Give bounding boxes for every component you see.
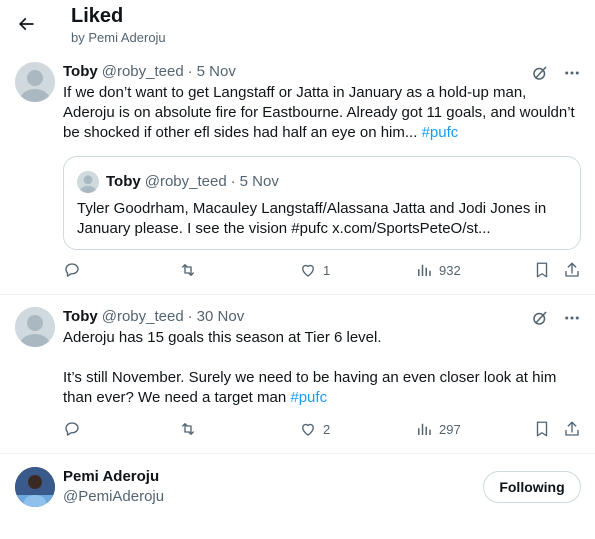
arrow-left-icon [18, 17, 34, 31]
share-button[interactable] [563, 420, 581, 438]
more-options-icon[interactable] [563, 64, 581, 82]
bookmark-button[interactable] [533, 261, 551, 279]
tweet-date[interactable]: 5 Nov [197, 63, 236, 80]
views-button[interactable]: 297 [415, 420, 461, 438]
reply-icon [65, 422, 79, 436]
tweet-body-line1: Aderoju has 15 goals this season at Tier… [63, 329, 382, 346]
author-name[interactable]: Toby [63, 63, 98, 80]
quote-author-handle: @roby_teed [144, 173, 227, 190]
share-button[interactable] [563, 261, 581, 279]
repost-icon [182, 264, 194, 276]
views-button[interactable]: 932 [415, 261, 461, 279]
view-count: 297 [439, 421, 461, 437]
tweet-text: If we don’t want to get Langstaff or Jat… [63, 83, 578, 143]
repost-icon [182, 423, 194, 435]
tweet-top-icons [531, 64, 581, 82]
reply-button[interactable] [63, 420, 81, 438]
tweet-meta: Toby @roby_teed · 30 Nov [63, 308, 244, 325]
default-avatar-icon [15, 307, 55, 347]
like-count: 1 [323, 262, 331, 278]
tweet-body-line2: It’s still November. Surely we need to b… [63, 368, 578, 408]
quote-text: Tyler Goodrham, Macauley Langstaff/Alass… [77, 200, 547, 237]
tweet-top-icons [531, 309, 581, 327]
grok-icon[interactable] [531, 309, 549, 327]
author-handle[interactable]: @roby_teed [102, 308, 184, 325]
share-icon [565, 421, 579, 436]
following-button[interactable]: Following [483, 471, 581, 503]
avatar[interactable] [15, 62, 55, 102]
user-handle[interactable]: @PemiAderoju [63, 488, 164, 505]
like-count: 2 [323, 421, 331, 437]
heart-icon [302, 423, 314, 436]
author-handle[interactable]: @roby_teed [102, 63, 184, 80]
quote-author-name: Toby [106, 173, 141, 190]
author-name[interactable]: Toby [63, 308, 98, 325]
bookmark-icon [536, 421, 548, 437]
page-title: Liked [71, 5, 124, 27]
quoted-tweet[interactable]: Toby @roby_teed · 5 Nov Tyler Goodrham, … [63, 156, 581, 250]
user-name[interactable]: Pemi Aderoju [63, 468, 159, 485]
quote-date: 5 Nov [239, 173, 279, 190]
reply-button[interactable] [63, 261, 81, 279]
user-cell[interactable]: Pemi Aderoju @PemiAderoju Following [0, 455, 595, 525]
bookmark-icon [536, 262, 548, 278]
default-avatar-icon [77, 171, 99, 193]
tweet-body: If we don’t want to get Langstaff or Jat… [63, 84, 575, 141]
page-subtitle: by Pemi Aderoju [71, 30, 166, 45]
hashtag-link[interactable]: #pufc [290, 389, 327, 406]
quote-avatar [77, 171, 99, 193]
tweet[interactable]: Toby @roby_teed · 5 Nov If we don’t want… [0, 52, 595, 295]
like-button[interactable]: 1 [299, 261, 330, 279]
views-chart-icon [418, 423, 431, 435]
separator: · [230, 173, 236, 190]
tweet-actions: 1 932 [63, 261, 583, 285]
grok-icon[interactable] [531, 64, 549, 82]
default-avatar-icon [15, 62, 55, 102]
quote-meta: Toby @roby_teed · 5 Nov [106, 173, 279, 190]
tweet-meta: Toby @roby_teed · 5 Nov [63, 63, 236, 80]
separator: · [187, 63, 193, 80]
bookmark-button[interactable] [533, 420, 551, 438]
view-count: 932 [439, 262, 461, 278]
back-button[interactable] [12, 10, 40, 38]
repost-button[interactable] [178, 261, 198, 279]
reply-icon [65, 263, 79, 277]
repost-button[interactable] [178, 420, 198, 438]
more-options-icon[interactable] [563, 309, 581, 327]
heart-icon [302, 264, 314, 277]
views-chart-icon [418, 264, 431, 276]
tweet-date[interactable]: 30 Nov [197, 308, 245, 325]
hashtag-link[interactable]: #pufc [422, 124, 459, 141]
like-button[interactable]: 2 [299, 420, 330, 438]
user-avatar[interactable] [15, 467, 55, 507]
tweet[interactable]: Toby @roby_teed · 30 Nov Aderoju has 15 … [0, 296, 595, 454]
separator: · [187, 308, 193, 325]
share-icon [565, 262, 579, 277]
tweet-actions: 2 297 [63, 420, 583, 444]
tweet-text: Aderoju has 15 goals this season at Tier… [63, 328, 578, 408]
profile-photo-icon [15, 467, 55, 507]
page-header: Liked by Pemi Aderoju [0, 0, 595, 52]
avatar[interactable] [15, 307, 55, 347]
